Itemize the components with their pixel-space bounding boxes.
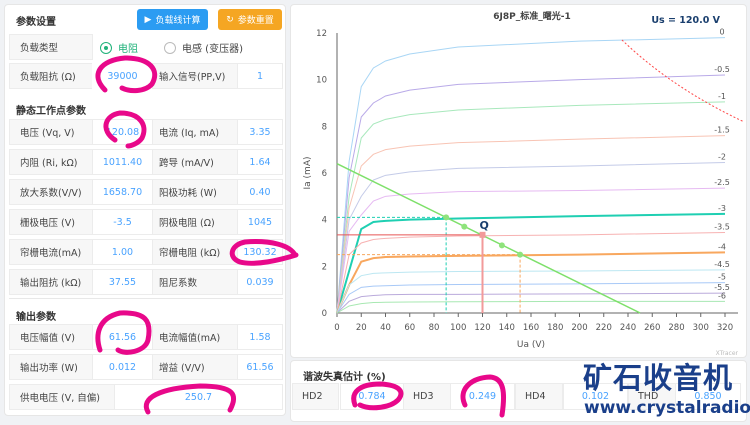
x-tick-label: 320 — [717, 323, 733, 333]
curve-ug--6 — [336, 300, 725, 314]
harmonic-label: HD4 — [515, 383, 563, 410]
x-tick-label: 280 — [668, 323, 684, 333]
supply-voltage-label: 供电电压 (V, 自偏) — [9, 384, 115, 410]
x-tick-label: 20 — [356, 323, 367, 333]
x-tick-label: 0 — [334, 323, 339, 333]
x-tick-label: 100 — [450, 323, 466, 333]
supply-voltage-value: 250.7 — [114, 384, 283, 410]
curve-label: -3 — [718, 204, 726, 213]
q-point — [479, 231, 486, 238]
y-tick-label: 10 — [316, 76, 327, 86]
plate-curve-chart[interactable]: 6J8P_标准_曙光-1 Us = 120.0 V0 20 40 60 80 100 120 1… — [0, 0, 750, 360]
x-tick-label: 140 — [499, 323, 515, 333]
q-label: Q — [480, 219, 489, 232]
curve-ug--1 — [336, 101, 726, 314]
x-tick-label: 160 — [523, 323, 539, 333]
x-tick-label: 80 — [429, 323, 440, 333]
y-tick-label: 4 — [322, 216, 327, 226]
y-tick-label: 8 — [322, 122, 327, 132]
swing-point — [443, 214, 450, 221]
curve-label: -4 — [718, 242, 726, 251]
watermark-logo: 矿石收音机 — [583, 361, 734, 395]
curve-ug--4.5 — [336, 269, 726, 314]
curve-ug--3 — [336, 212, 726, 314]
swing-point — [517, 251, 524, 258]
curve-ug--5.5 — [336, 292, 726, 314]
x-tick-label: 200 — [571, 323, 587, 333]
curve-ug--5 — [336, 282, 726, 314]
x-tick-label: 240 — [620, 323, 636, 333]
x-tick-label: 260 — [644, 323, 660, 333]
swing-point — [498, 242, 505, 249]
y-tick-label: 12 — [316, 29, 327, 39]
harmonics-title: 谐波失真估计 (%) — [303, 372, 386, 383]
curve-label: -2 — [718, 153, 726, 162]
harmonic-value: 0.784 — [340, 383, 404, 410]
x-tick-label: 60 — [404, 323, 415, 333]
curve-label: -3.5 — [714, 223, 730, 232]
curve-label: -6 — [718, 291, 726, 300]
harmonic-value: 0.249 — [450, 383, 515, 410]
swing-point — [461, 223, 468, 230]
watermark-url: www.crystalradio.cn — [584, 398, 750, 418]
curve-label: -5 — [718, 273, 726, 282]
curve-ug--1.5 — [336, 135, 726, 314]
curve-label: -1.5 — [714, 126, 730, 135]
us-annotation: Us = 120.0 V — [651, 15, 720, 26]
curve-label: -4.5 — [714, 260, 730, 269]
x-tick-label: 300 — [693, 323, 709, 333]
y-tick-label: 2 — [322, 262, 327, 272]
x-tick-label: 40 — [380, 323, 391, 333]
curve-label: -2.5 — [714, 178, 730, 187]
curve-label: -1 — [718, 92, 726, 101]
credit-label: XTracer — [716, 350, 739, 357]
curve-label: 0 — [719, 28, 724, 37]
y-tick-label: 6 — [322, 169, 327, 179]
x-axis-label: Ua (V) — [517, 340, 545, 350]
chart-title: 6J8P_标准_曙光-1 — [493, 10, 570, 22]
curve-label: -0.5 — [714, 65, 730, 74]
y-axis-label: Ia (mA) — [303, 157, 313, 190]
curve-ug-0 — [336, 37, 726, 314]
max-dissipation-curve — [621, 39, 744, 122]
harmonic-label: HD3 — [403, 383, 451, 410]
curve-ug--0.5 — [336, 74, 726, 314]
x-tick-label: 180 — [547, 323, 563, 333]
y-tick-label: 0 — [322, 309, 327, 319]
x-tick-label: 120 — [474, 323, 490, 333]
x-tick-label: 220 — [596, 323, 612, 333]
harmonic-label: HD2 — [292, 383, 339, 410]
